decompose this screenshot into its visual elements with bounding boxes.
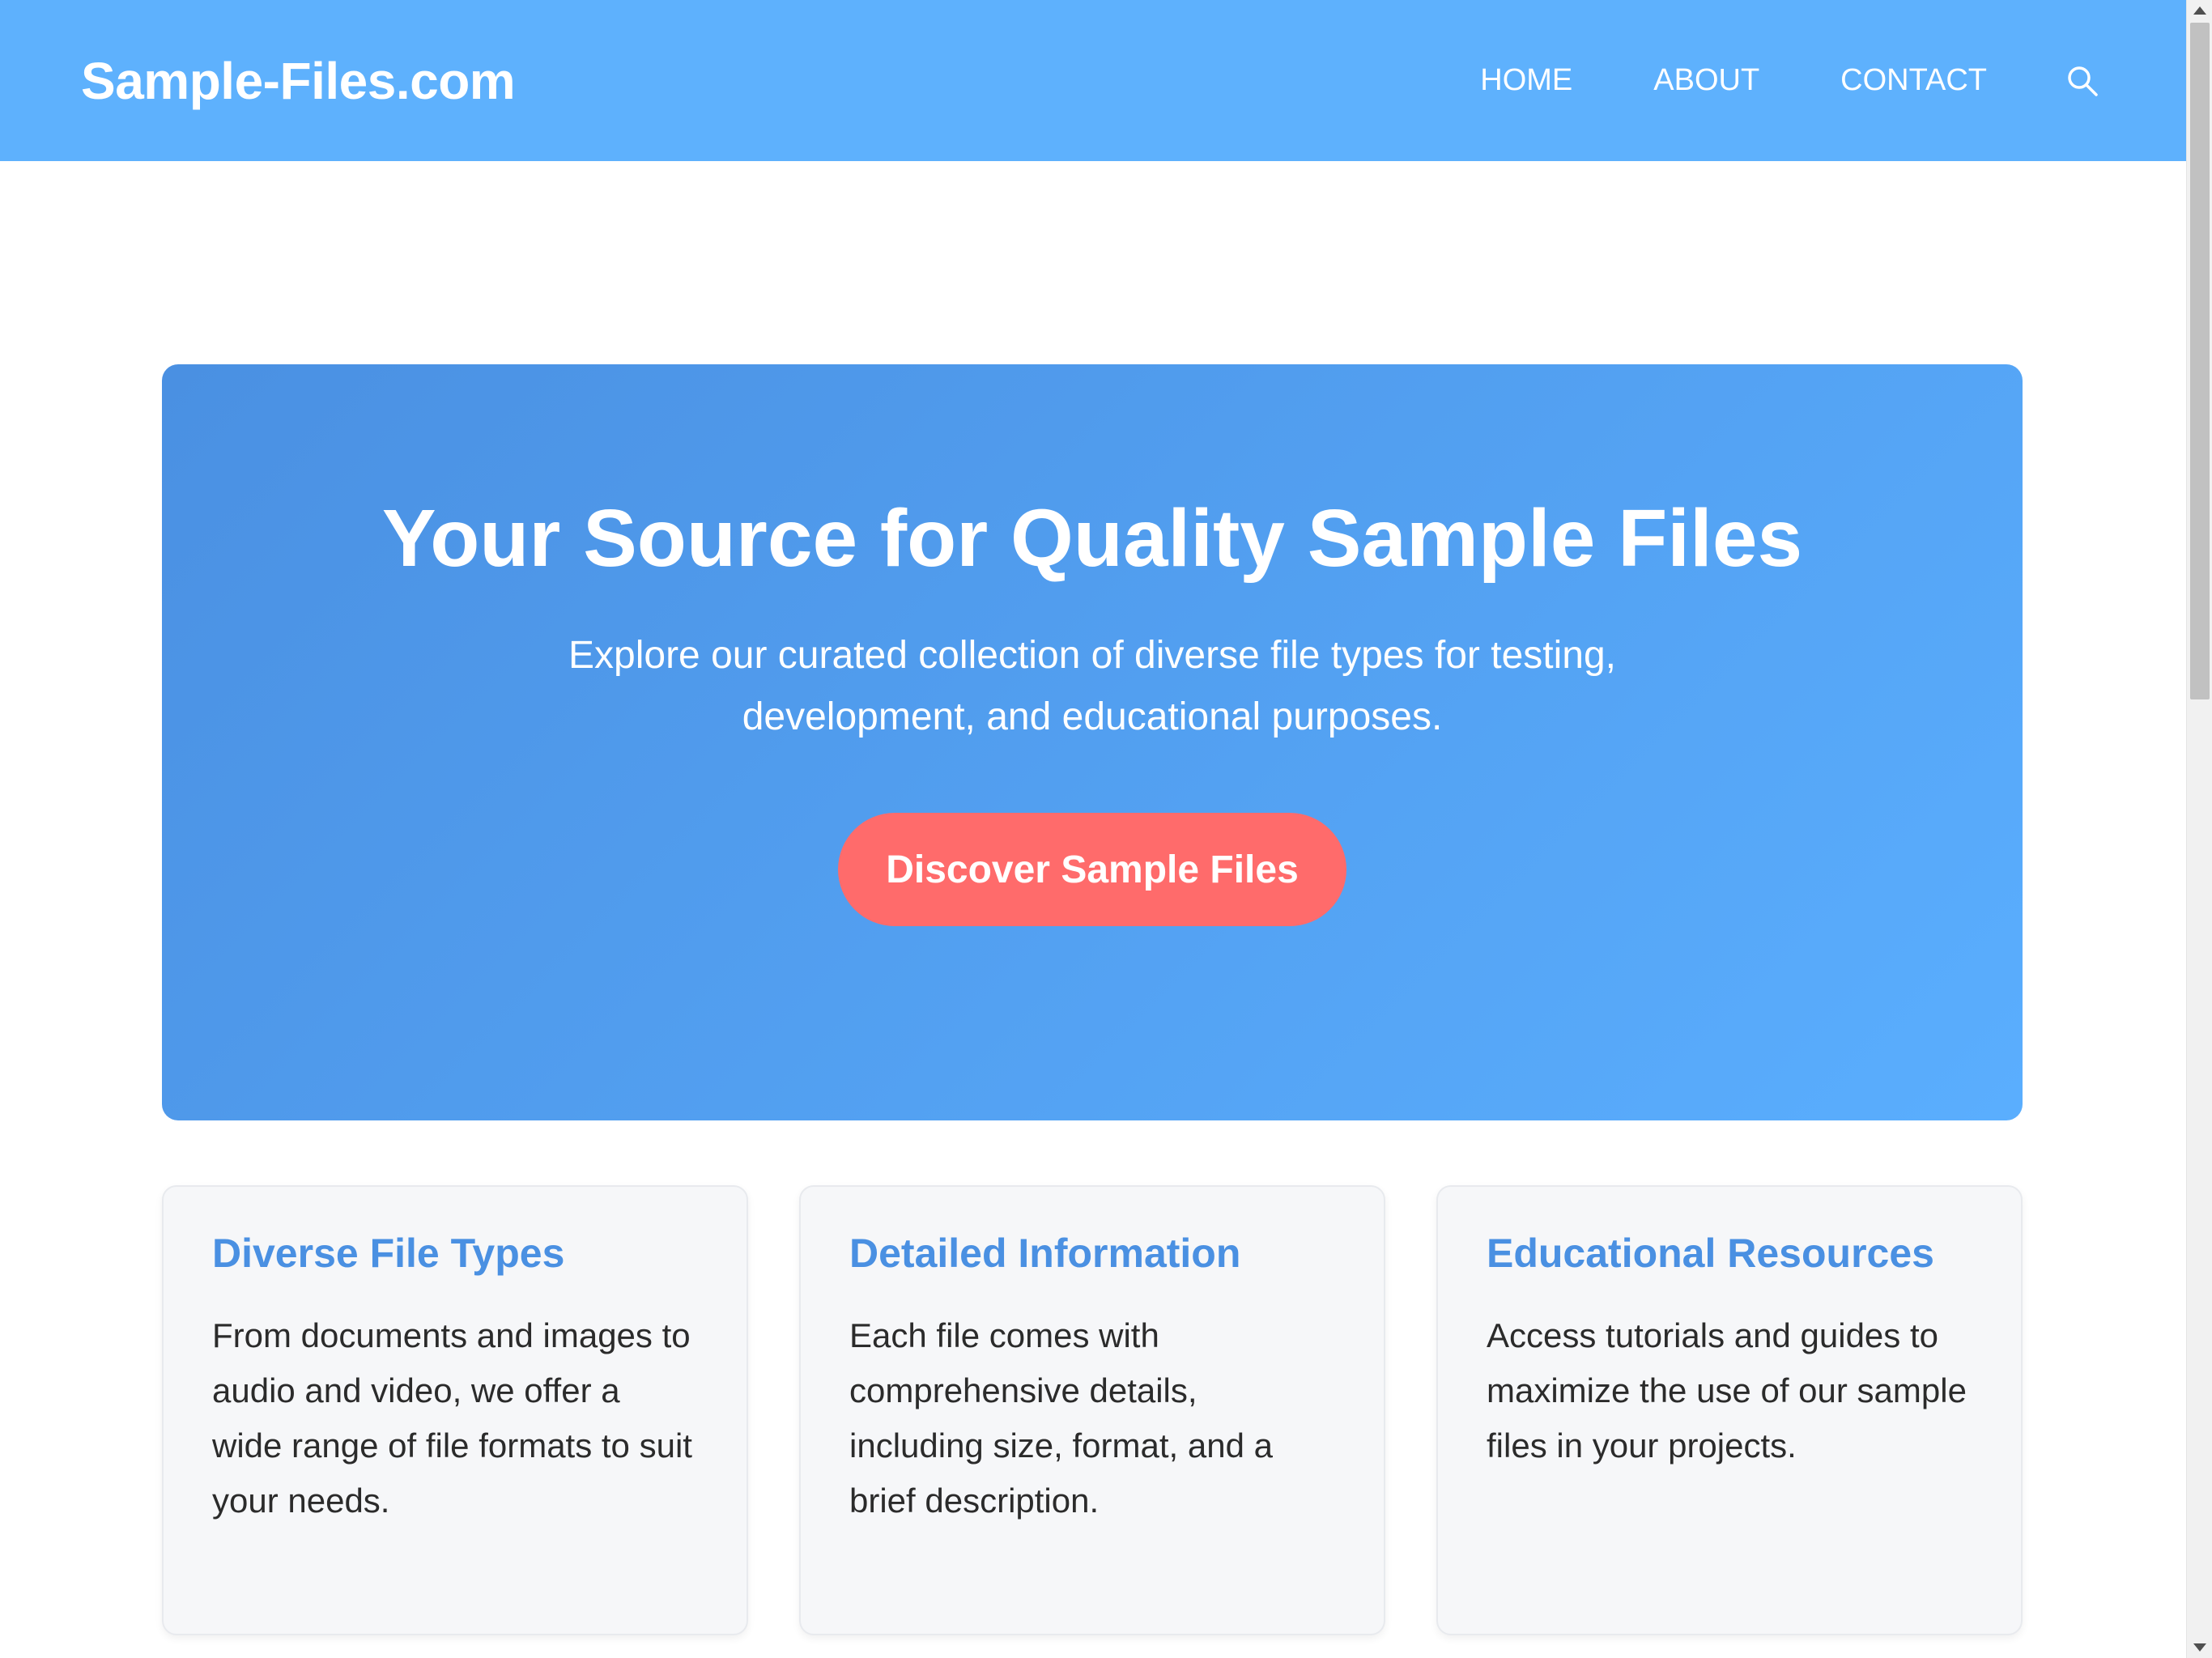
vertical-scrollbar[interactable] [2186, 0, 2212, 1658]
feature-text: From documents and images to audio and v… [212, 1316, 692, 1520]
feature-title: Educational Resources [1487, 1231, 1934, 1276]
feature-card-detailed-information: Detailed Information Each file comes wit… [799, 1185, 1385, 1635]
feature-card-diverse-file-types: Diverse File Types From documents and im… [162, 1185, 748, 1635]
search-icon[interactable] [2065, 63, 2100, 99]
feature-title: Detailed Information [849, 1231, 1241, 1276]
scroll-down-arrow-icon[interactable] [2193, 1643, 2206, 1652]
feature-text: Access tutorials and guides to maximize … [1487, 1316, 1967, 1465]
site-header: Sample-Files.com HOME ABOUT CONTACT [0, 0, 2186, 161]
page-viewport: Sample-Files.com HOME ABOUT CONTACT Your… [0, 0, 2186, 1658]
feature-title: Diverse File Types [212, 1231, 565, 1276]
hero-title: Your Source for Quality Sample Files [381, 493, 1803, 584]
scrollbar-thumb[interactable] [2190, 23, 2210, 699]
feature-card-educational-resources: Educational Resources Access tutorials a… [1436, 1185, 2023, 1635]
hero-banner: Your Source for Quality Sample Files Exp… [162, 364, 2023, 1120]
feature-text: Each file comes with comprehensive detai… [849, 1316, 1273, 1520]
nav-contact-link[interactable]: CONTACT [1840, 63, 1987, 98]
main-nav: HOME ABOUT CONTACT [1399, 63, 2100, 99]
discover-sample-files-button[interactable]: Discover Sample Files [838, 813, 1346, 926]
site-logo[interactable]: Sample-Files.com [81, 51, 516, 111]
nav-about-link[interactable]: ABOUT [1653, 63, 1759, 98]
scroll-up-arrow-icon[interactable] [2193, 6, 2206, 15]
search-icon-glyph [2068, 66, 2098, 96]
nav-home-link[interactable]: HOME [1480, 63, 1572, 98]
features-section: Diverse File Types From documents and im… [162, 1185, 2023, 1635]
hero-subtitle: Explore our curated collection of divers… [568, 634, 1616, 738]
